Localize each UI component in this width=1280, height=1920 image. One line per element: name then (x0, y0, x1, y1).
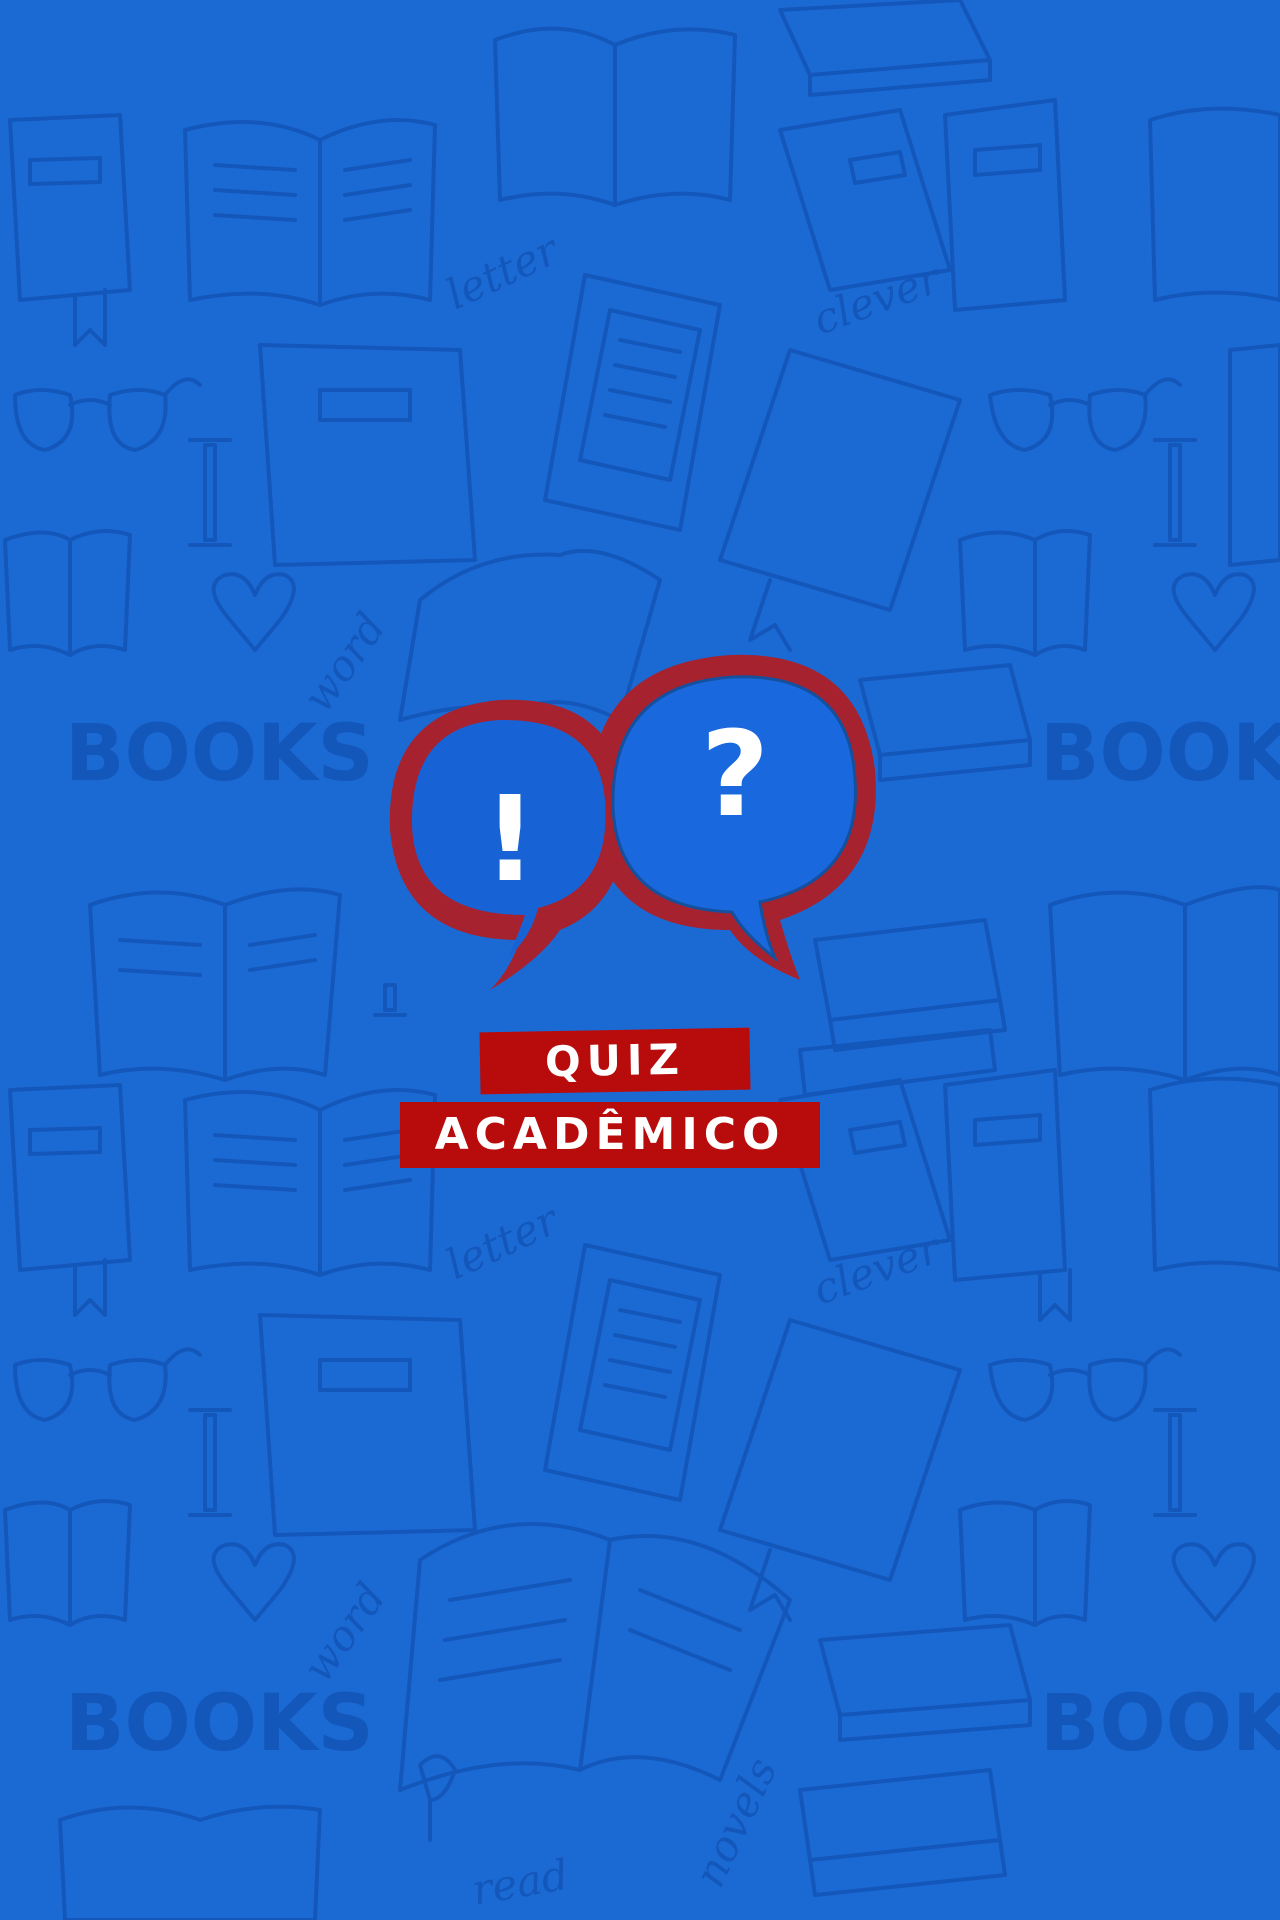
title-banner-line-2: ACADÊMICO (400, 1102, 820, 1168)
svg-text:BOOKS: BOOKS (65, 709, 374, 799)
speech-bubbles-graphic: ! ? (389, 654, 876, 990)
quiz-academico-logo: ! ? QUIZ ACADÊMICO (360, 640, 900, 1180)
title-banner-line-1: QUIZ (479, 1027, 751, 1095)
svg-text:BOOKS: BOOKS (65, 1679, 374, 1769)
question-glyph: ? (701, 705, 769, 843)
exclamation-glyph: ! (483, 770, 537, 908)
splash-screen: BOOKS BOOKS BOOKS BOOKS letter clever wo… (0, 0, 1280, 1920)
svg-text:BOOKS: BOOKS (1040, 709, 1280, 799)
svg-text:BOOKS: BOOKS (1040, 1679, 1280, 1769)
